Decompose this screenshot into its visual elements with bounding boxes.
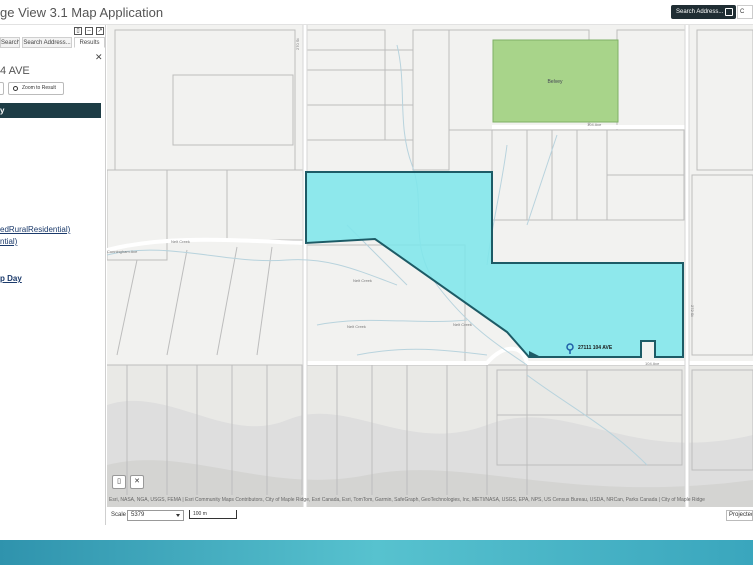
address-marker-label: 27111 104 AVE [578,345,613,351]
zoning-link[interactable]: edRuralResidential) [0,225,70,234]
tab-search[interactable]: Search [0,37,20,48]
map-application-window: ge View 3.1 Map Application Search Addre… [0,0,753,540]
result-address-heading: 4 AVE [0,65,30,77]
close-icon[interactable]: ✕ [95,52,103,63]
desktop-background [0,540,753,565]
map-canvas[interactable]: Belvey 27111 104 AVE 104 Ave 104 Ave 270… [107,25,753,525]
panel-action-button[interactable] [0,82,4,95]
park-label: Belvey [547,79,563,85]
expand-icon[interactable]: ↗ [96,27,104,35]
search-address-label: Search Address... [676,9,724,15]
panel-tabs: Search Search Address... Results [0,37,106,48]
scale-label: Scale [111,512,127,518]
tab-search-address[interactable]: Search Address... [22,37,72,48]
zoom-to-result-label: Zoom to Result [22,85,56,91]
zoom-to-result-button[interactable]: Zoom to Result [8,82,64,95]
creek-label-3: Nelt Creek [347,324,366,329]
search-address-button[interactable]: Search Address... [671,5,736,19]
zoom-icon [13,86,18,91]
selected-parcel[interactable] [305,171,684,358]
zoning-link-secondary[interactable]: ntial) [0,237,17,246]
road-label-west: Cunningham Ave [107,249,138,254]
projection-button[interactable]: Projected [726,510,753,521]
minimize-icon[interactable]: – [85,27,93,35]
street-label-east: 272 St [690,305,695,317]
search-icon [725,8,733,16]
scale-value: 5379 [131,512,145,518]
creek-label-1: Nelt Creek [171,239,190,244]
toolbar-extra-button[interactable]: C [737,5,753,19]
scale-bar: 100 m [189,510,237,519]
results-panel: ▯ – ↗ Search Search Address... Results ✕… [0,25,106,525]
map-attribution: Esri, NASA, NGA, USGS, FEMA | Esri Commu… [109,497,705,503]
app-title: ge View 3.1 Map Application [0,5,164,20]
basemap-gallery-icon[interactable]: ▯ [112,475,126,489]
map-view[interactable]: Belvey 27111 104 AVE 104 Ave 104 Ave 270… [107,25,753,525]
creek-label-4: Nelt Creek [453,322,472,327]
scale-select[interactable]: 5379 [127,510,184,521]
map-status-bar: Scale 5379 100 m Projected [107,507,753,525]
measure-icon[interactable]: ✕ [130,475,144,489]
road-label-south: 104 Ave [645,361,660,366]
street-label-west: 270 St [295,38,300,50]
road-label-north: 104 Ave [587,122,602,127]
chevron-down-icon [176,514,180,517]
title-bar: ge View 3.1 Map Application Search Addre… [0,0,753,25]
collection-day-link[interactable]: p Day [0,274,22,283]
creek-label-2: Nelt Creek [353,278,372,283]
section-header: y [0,103,101,118]
tab-results[interactable]: Results [74,37,105,48]
dock-icon[interactable]: ▯ [74,27,82,35]
